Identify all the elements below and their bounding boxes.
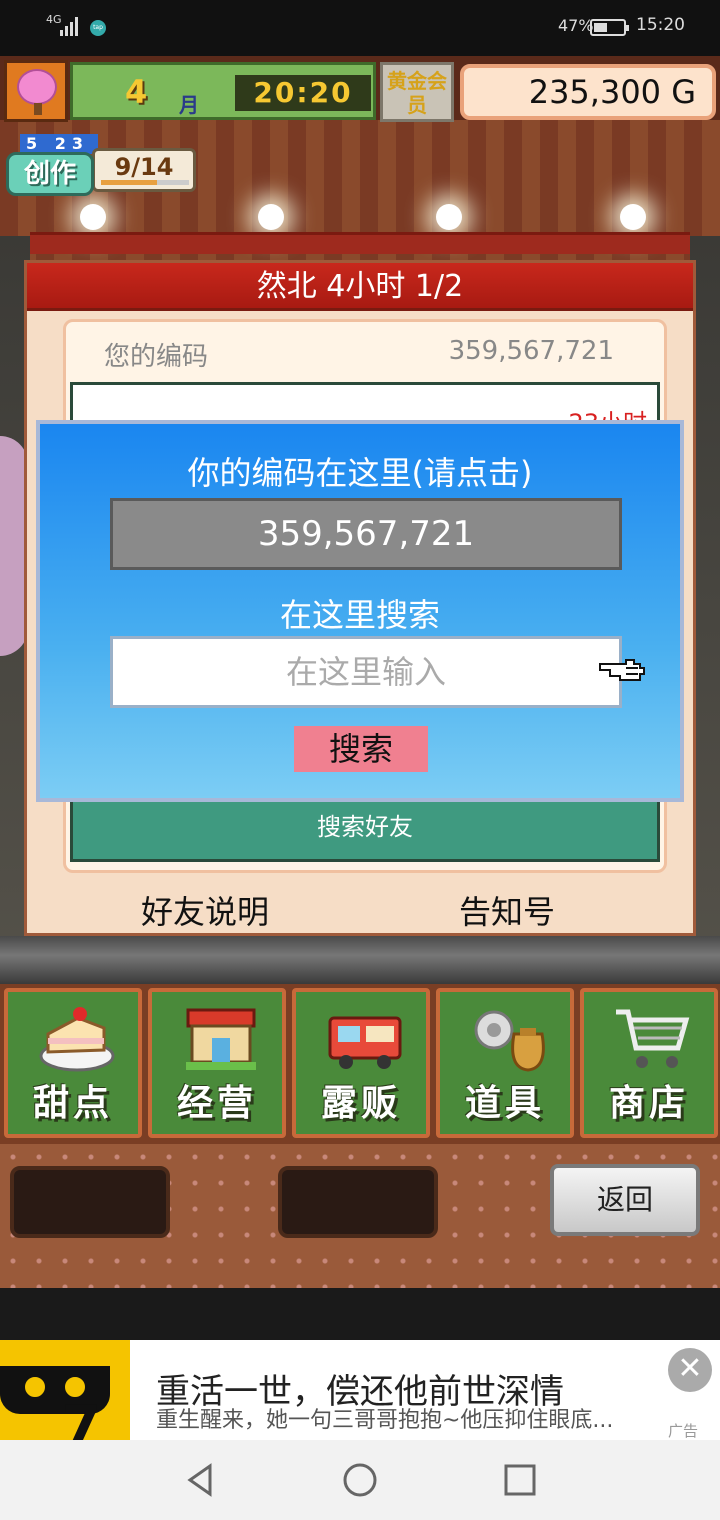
date-display: 4 月 20:20 [70, 62, 376, 120]
your-code-value: 359,567,721 [448, 336, 614, 366]
panel-rail [30, 232, 690, 254]
lamp-light [80, 204, 106, 230]
menu-item-items[interactable]: 道具 [436, 988, 574, 1138]
ad-banner[interactable]: 7 重活一世，偿还他前世深情 重生醒来，她一句三哥哥抱抱~他压抑住眼底... ✕… [0, 1340, 720, 1440]
create-progress-bar [101, 180, 189, 185]
your-code-label: 您的编码 [104, 342, 209, 372]
create-status[interactable]: 5 23 9/14 创作 [6, 134, 196, 196]
friend-help-button[interactable]: 好友说明 [141, 887, 269, 933]
bottom-bar: 返回 [0, 1144, 720, 1288]
menu-label: 露贩 [320, 1083, 401, 1124]
menu-label: 商店 [608, 1083, 689, 1124]
your-code-button[interactable]: 359,567,721 [110, 498, 622, 570]
shop-icon [186, 1008, 256, 1070]
menu-item-stall[interactable]: 露贩 [292, 988, 430, 1138]
ad-subtitle: 重生醒来，她一句三哥哥抱抱~他压抑住眼底... [156, 1408, 614, 1433]
street [0, 936, 720, 984]
empty-slot[interactable] [10, 1166, 170, 1238]
shopping-cart-icon [616, 1009, 690, 1068]
status-bar: 4G tap 47% 15:20 [0, 0, 720, 56]
clock-time: 15:20 [636, 15, 685, 35]
close-icon[interactable]: ✕ [668, 1348, 712, 1392]
search-button[interactable]: 搜索 [294, 726, 428, 772]
money-display: 235,300 G [460, 64, 716, 120]
create-badge: 创作 [6, 152, 94, 196]
back-nav-icon[interactable] [182, 1462, 218, 1498]
food-truck-icon [328, 1016, 402, 1069]
dialog-title: 你的编码在这里(请点击) [187, 454, 533, 492]
avatar-tree-button[interactable] [4, 60, 68, 122]
search-friend-button[interactable]: 搜索好友 [73, 799, 657, 859]
app-notification-icon: tap [90, 20, 106, 36]
menu-label: 经营 [176, 1083, 257, 1124]
search-input[interactable] [110, 636, 622, 708]
battery-percent: 47% [558, 16, 594, 35]
cherry-tree-icon [17, 69, 57, 105]
ad-logo: 7 [0, 1340, 130, 1440]
home-nav-icon[interactable] [342, 1462, 378, 1498]
items-bag-icon [474, 1010, 545, 1072]
system-nav-bar [0, 1440, 720, 1520]
menu-label: 道具 [464, 1083, 545, 1124]
game-screen: 4 月 20:20 黄金会员 235,300 G 5 23 9/14 创作 然北… [0, 56, 720, 1288]
month-unit: 月 [179, 93, 199, 117]
menu-item-dessert[interactable]: 甜点 [4, 988, 142, 1138]
menu-label: 甜点 [32, 1083, 113, 1124]
create-progress-box: 9/14 [92, 148, 196, 192]
menu-item-store[interactable]: 商店 [580, 988, 718, 1138]
lamp-light [258, 204, 284, 230]
search-dialog: 你的编码在这里(请点击) 359,567,721 在这里搜索 搜索 [36, 420, 684, 802]
lamp-light [620, 204, 646, 230]
empty-slot[interactable] [278, 1166, 438, 1238]
search-label: 在这里搜索 [279, 596, 440, 634]
back-button[interactable]: 返回 [550, 1164, 700, 1236]
lamp-light [436, 204, 462, 230]
ad-tag: 广告 [668, 1422, 699, 1440]
create-progress-text: 9/14 [114, 153, 174, 181]
signal-icon [60, 16, 82, 36]
pointing-hand-icon [599, 659, 645, 681]
cake-icon [39, 1007, 115, 1072]
bottom-menu: 甜点 经营 露贩 道具 商店 [0, 984, 720, 1144]
create-days: 5 23 [20, 134, 98, 154]
recents-nav-icon[interactable] [502, 1462, 538, 1498]
create-progress-fill [101, 180, 158, 185]
panel-title: 然北 4小时 1/2 [27, 263, 693, 311]
notice-button[interactable]: 告知号 [459, 887, 555, 933]
game-clock: 20:20 [235, 75, 371, 111]
month-number: 4 [125, 73, 148, 111]
gold-member-badge[interactable]: 黄金会员 [380, 62, 454, 122]
menu-item-manage[interactable]: 经营 [148, 988, 286, 1138]
battery-icon [590, 19, 629, 36]
